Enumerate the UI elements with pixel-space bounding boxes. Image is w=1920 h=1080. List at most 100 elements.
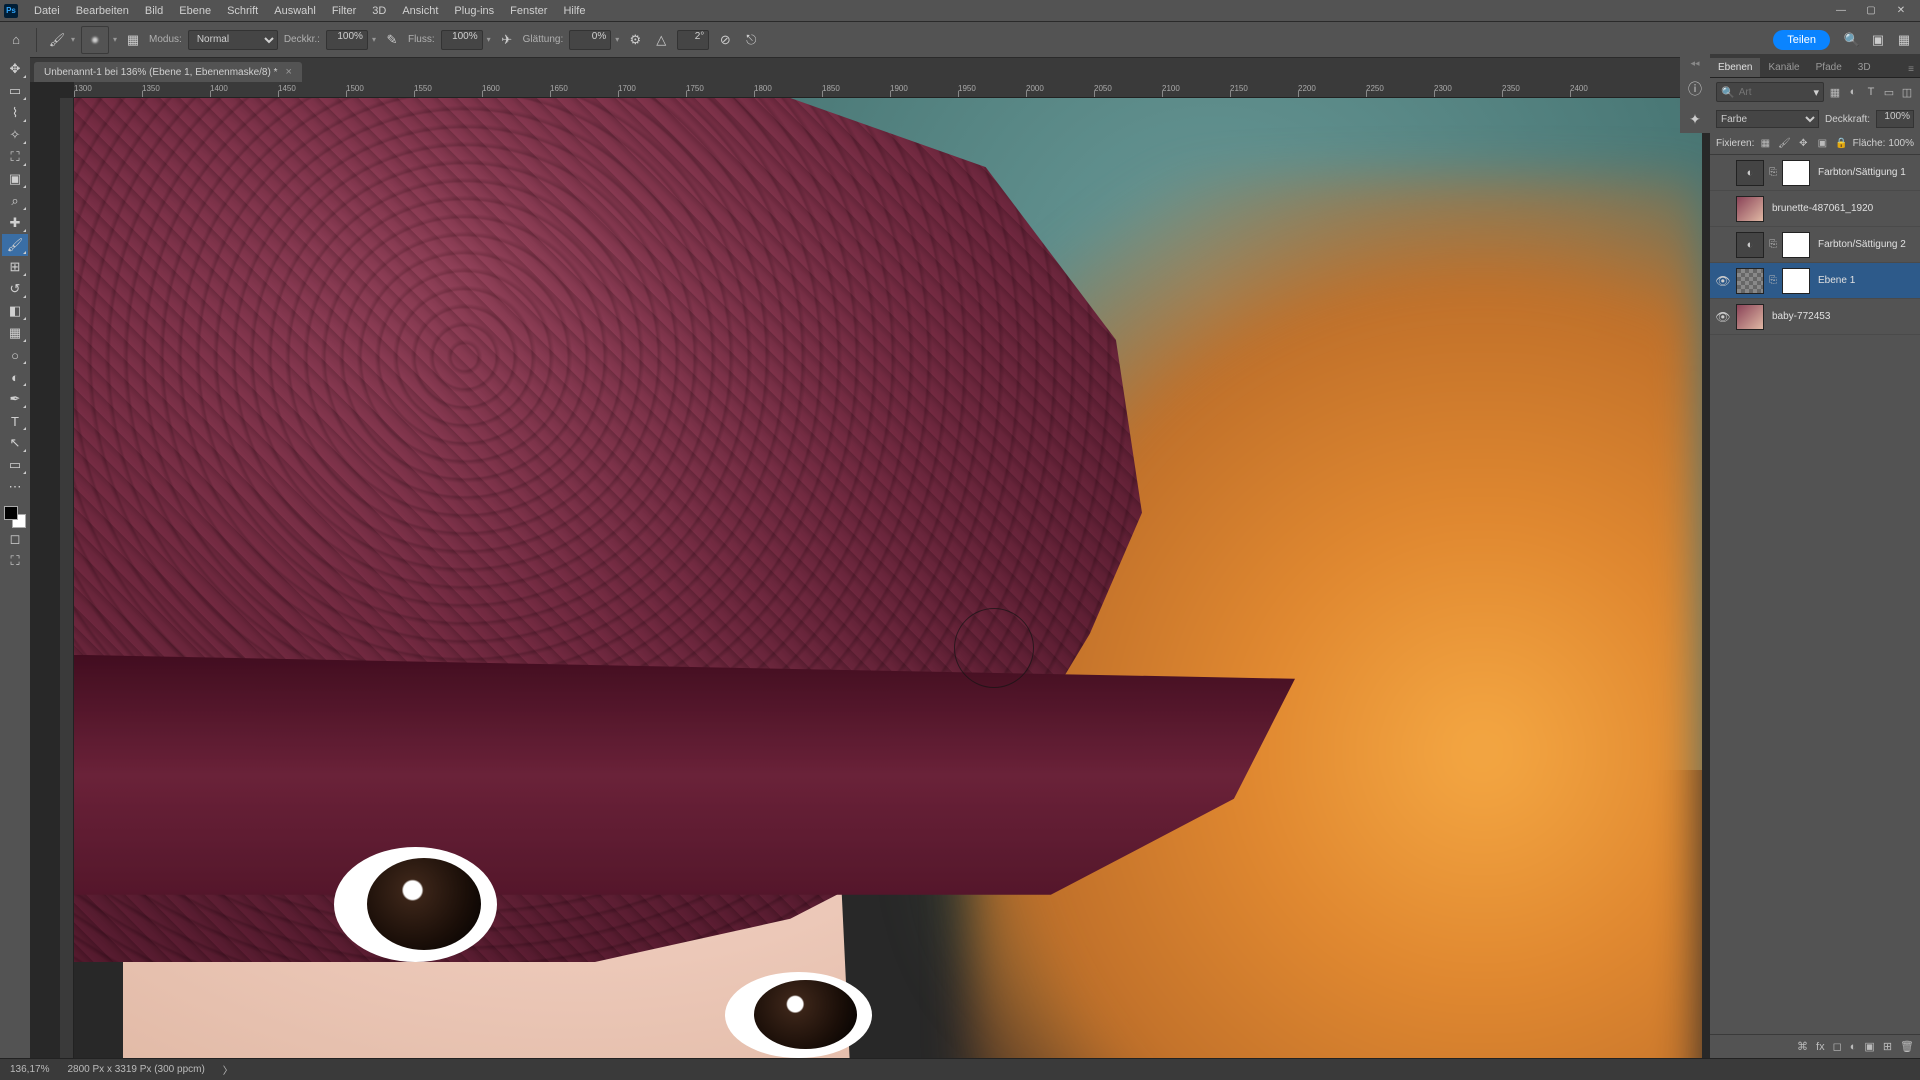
- more-tools-icon[interactable]: ⋯: [2, 476, 28, 498]
- menu-hilfe[interactable]: Hilfe: [555, 3, 593, 19]
- mask-link-icon[interactable]: ⎘: [1768, 167, 1778, 178]
- brush-tool-icon[interactable]: 🖌: [47, 30, 67, 50]
- adjustment-layer-icon[interactable]: ◐: [1850, 1041, 1857, 1053]
- pressure-opacity-icon[interactable]: ✎: [382, 30, 402, 50]
- pressure-size-icon[interactable]: ⊘: [715, 30, 735, 50]
- chevron-down-icon[interactable]: ▾: [71, 35, 75, 44]
- menu-bearbeiten[interactable]: Bearbeiten: [68, 3, 137, 19]
- layer-opacity-input[interactable]: 100%: [1876, 110, 1914, 128]
- blur-tool-icon[interactable]: ○: [2, 344, 28, 366]
- move-tool-icon[interactable]: ✥: [2, 58, 28, 80]
- wand-tool-icon[interactable]: ✧: [2, 124, 28, 146]
- adjustment-thumb-icon[interactable]: ◐: [1736, 160, 1764, 186]
- layer-row[interactable]: 👁 baby-772453: [1710, 299, 1920, 335]
- share-button[interactable]: Teilen: [1773, 30, 1830, 50]
- chevron-down-icon[interactable]: ▾: [113, 35, 117, 44]
- shape-tool-icon[interactable]: ▭: [2, 454, 28, 476]
- menu-bild[interactable]: Bild: [137, 3, 171, 19]
- quickmask-icon[interactable]: ◻: [2, 528, 28, 550]
- filter-image-icon[interactable]: ▦: [1828, 83, 1842, 101]
- menu-fenster[interactable]: Fenster: [502, 3, 555, 19]
- symmetry-icon[interactable]: ⎋: [741, 30, 761, 50]
- menu-ansicht[interactable]: Ansicht: [394, 3, 446, 19]
- stamp-tool-icon[interactable]: ⊞: [2, 256, 28, 278]
- chevron-down-icon[interactable]: ▾: [1813, 86, 1819, 99]
- opacity-input[interactable]: 100%: [326, 30, 368, 50]
- eyedropper-tool-icon[interactable]: ⌕: [2, 190, 28, 212]
- frame-tool-icon[interactable]: ▣: [2, 168, 28, 190]
- lock-all-icon[interactable]: 🔒: [1833, 135, 1849, 151]
- mask-thumb[interactable]: [1782, 232, 1810, 258]
- layer-name[interactable]: baby-772453: [1772, 311, 1830, 322]
- tab-kanaele[interactable]: Kanäle: [1760, 58, 1807, 77]
- menu-3d[interactable]: 3D: [364, 3, 394, 19]
- layer-row[interactable]: ◐⎘Farbton/Sättigung 2: [1710, 227, 1920, 263]
- layer-row[interactable]: brunette-487061_1920: [1710, 191, 1920, 227]
- layer-name[interactable]: Farbton/Sättigung 1: [1818, 167, 1906, 178]
- brush-preset-picker[interactable]: [81, 26, 109, 54]
- screenmode-icon[interactable]: ⛶: [2, 550, 28, 572]
- angle-input[interactable]: 2°: [677, 30, 709, 50]
- layer-fx-icon[interactable]: fx: [1816, 1041, 1825, 1053]
- window-close-icon[interactable]: ✕: [1886, 2, 1916, 20]
- layer-blend-select[interactable]: Farbe: [1716, 110, 1819, 128]
- history-brush-icon[interactable]: ↺: [2, 278, 28, 300]
- delete-layer-icon[interactable]: 🗑: [1900, 1040, 1914, 1053]
- heal-tool-icon[interactable]: ✚: [2, 212, 28, 234]
- angle-icon[interactable]: △: [651, 30, 671, 50]
- filter-shape-icon[interactable]: ▭: [1882, 83, 1896, 101]
- marquee-tool-icon[interactable]: ▭: [2, 80, 28, 102]
- horizontal-ruler[interactable]: 1300135014001450150015501600165017001750…: [74, 82, 1710, 98]
- zoom-level[interactable]: 136,17%: [10, 1064, 49, 1075]
- lock-transparency-icon[interactable]: ▦: [1757, 135, 1773, 151]
- crop-tool-icon[interactable]: ⛶: [2, 146, 28, 168]
- layer-row[interactable]: 👁 ⎘ Ebene 1: [1710, 263, 1920, 299]
- info-chevron-icon[interactable]: 〉: [223, 1062, 233, 1077]
- color-swatch[interactable]: [4, 506, 26, 528]
- menu-filter[interactable]: Filter: [324, 3, 364, 19]
- window-restore-icon[interactable]: ▢: [1856, 2, 1886, 20]
- workspace-icon[interactable]: ▣: [1868, 30, 1888, 50]
- info-panel-icon[interactable]: ⓘ: [1685, 79, 1705, 99]
- home-icon[interactable]: ⌂: [6, 30, 26, 50]
- airbrush-icon[interactable]: ✈: [497, 30, 517, 50]
- layer-thumb[interactable]: [1736, 304, 1764, 330]
- visibility-icon[interactable]: 👁: [1714, 274, 1732, 288]
- search-icon[interactable]: 🔍: [1842, 30, 1862, 50]
- menu-schrift[interactable]: Schrift: [219, 3, 266, 19]
- properties-panel-icon[interactable]: ✦: [1685, 109, 1705, 129]
- layer-thumb[interactable]: [1736, 196, 1764, 222]
- visibility-icon[interactable]: 👁: [1714, 310, 1732, 324]
- chevron-down-icon[interactable]: ▾: [487, 35, 491, 44]
- menu-plugins[interactable]: Plug-ins: [446, 3, 502, 19]
- document-info[interactable]: 2800 Px x 3319 Px (300 ppcm): [67, 1064, 204, 1075]
- dodge-tool-icon[interactable]: ◐: [2, 366, 28, 388]
- brush-panel-icon[interactable]: ▦: [123, 30, 143, 50]
- mask-thumb[interactable]: [1782, 268, 1810, 294]
- flow-input[interactable]: 100%: [441, 30, 483, 50]
- menu-datei[interactable]: Datei: [26, 3, 68, 19]
- lock-nested-icon[interactable]: ▣: [1814, 135, 1830, 151]
- layer-name[interactable]: Ebene 1: [1818, 275, 1855, 286]
- layer-name[interactable]: Farbton/Sättigung 2: [1818, 239, 1906, 250]
- mask-link-icon[interactable]: ⎘: [1768, 275, 1778, 286]
- panel-menu-icon[interactable]: ≡: [1902, 62, 1920, 77]
- pen-tool-icon[interactable]: ✒: [2, 388, 28, 410]
- layer-thumb[interactable]: [1736, 268, 1764, 294]
- menu-auswahl[interactable]: Auswahl: [266, 3, 324, 19]
- tab-ebenen[interactable]: Ebenen: [1710, 58, 1760, 77]
- lock-position-icon[interactable]: ✥: [1795, 135, 1811, 151]
- window-minimize-icon[interactable]: —: [1826, 2, 1856, 20]
- chevron-down-icon[interactable]: ▾: [372, 35, 376, 44]
- layer-filter-search[interactable]: 🔍 ▾: [1716, 82, 1824, 102]
- fill-input[interactable]: 100%: [1888, 138, 1914, 149]
- lock-pixels-icon[interactable]: 🖌: [1776, 135, 1792, 151]
- link-layers-icon[interactable]: ⌘: [1797, 1040, 1808, 1053]
- smoothing-input[interactable]: 0%: [569, 30, 611, 50]
- blend-mode-select[interactable]: Normal: [188, 30, 278, 50]
- canvas[interactable]: [74, 98, 1702, 1058]
- tab-pfade[interactable]: Pfade: [1808, 58, 1850, 77]
- menu-ebene[interactable]: Ebene: [171, 3, 219, 19]
- layer-mask-icon[interactable]: ◻: [1833, 1040, 1842, 1053]
- smoothing-settings-icon[interactable]: ⚙: [625, 30, 645, 50]
